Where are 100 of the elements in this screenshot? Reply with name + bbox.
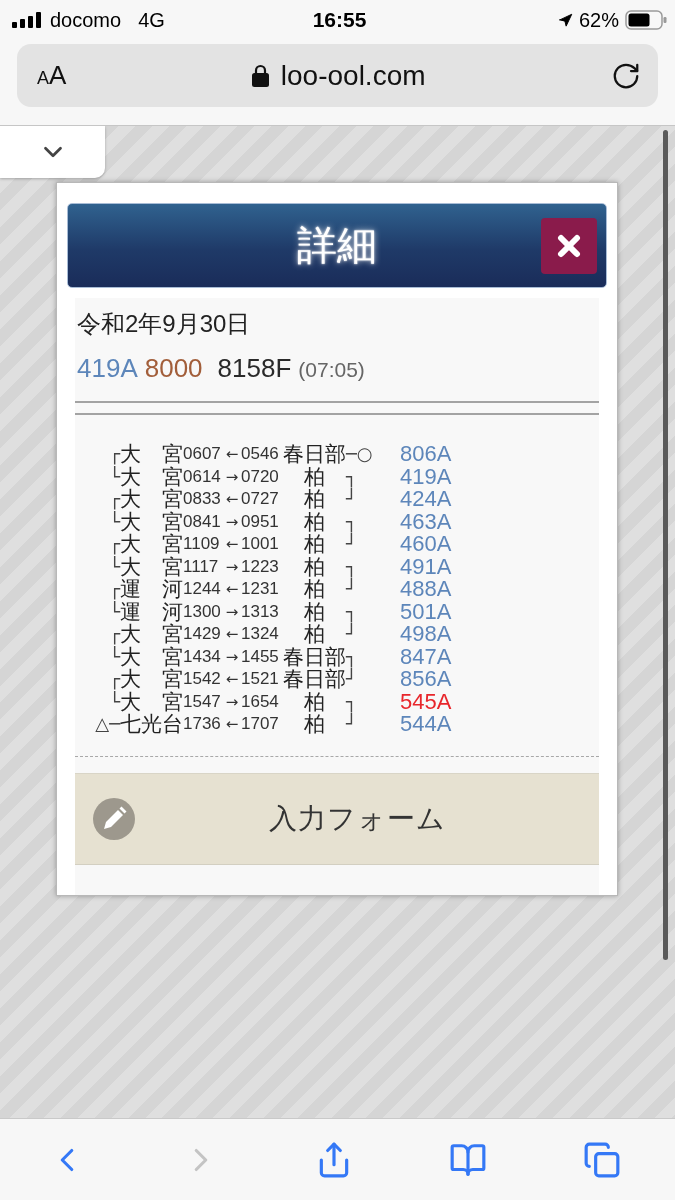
scrollbar[interactable] — [663, 130, 668, 960]
bracket-mark: └ — [109, 510, 120, 533]
direction-arrow: ← — [225, 714, 239, 736]
station-name: 柏 — [304, 690, 325, 713]
station-name: 大 宮 — [120, 623, 183, 645]
time-text: 1547 — [183, 690, 222, 713]
train-number: 491A — [400, 555, 453, 578]
train-number: 488A — [400, 578, 453, 601]
station-name: 春日部 — [283, 645, 346, 668]
formation-number: 8158F — [217, 352, 292, 384]
station-name: 柏 — [304, 488, 325, 511]
time-text: 1542 — [183, 668, 222, 691]
time-text: 0607 — [183, 444, 222, 466]
time-text: 1300 — [183, 600, 222, 621]
time-text: 1707 — [241, 713, 280, 736]
bracket-mark: ┐ — [346, 555, 357, 578]
text-size-button[interactable]: AA — [37, 60, 67, 91]
station-name: 柏 — [304, 555, 325, 578]
direction-arrow: → — [225, 601, 239, 623]
bracket-mark: ┐ — [346, 600, 357, 623]
input-form-button[interactable]: 入力フォーム — [75, 772, 599, 865]
bracket-mark: └ — [109, 465, 120, 488]
bracket-mark: ┘ — [346, 488, 357, 511]
bracket-mark: ┐ — [346, 645, 357, 668]
station-name: 柏 — [304, 510, 325, 533]
train-number: 501A — [400, 600, 453, 623]
train-number: 806A — [400, 443, 453, 466]
station-name: 柏 — [304, 600, 325, 623]
time-text: 1736 — [183, 713, 222, 736]
direction-arrow: → — [225, 511, 239, 533]
station-name: 柏 — [304, 533, 325, 556]
station-name: 春日部 — [283, 668, 346, 691]
train-number: 463A — [400, 510, 453, 533]
bracket-mark: ┌ — [109, 533, 120, 555]
time-text: 1231 — [241, 578, 280, 601]
modal-title: 詳細 — [297, 222, 377, 269]
train-number: 544A — [400, 713, 453, 736]
direction-arrow: → — [225, 466, 239, 488]
station-name: 運 河 — [120, 600, 183, 623]
bracket-mark: ┘ — [346, 533, 357, 556]
bracket-mark: ┌ — [109, 488, 120, 510]
network-type: 4G — [138, 8, 165, 32]
time-text: 0727 — [241, 488, 280, 511]
time-text: 1001 — [241, 533, 280, 556]
train-number: 847A — [400, 645, 453, 668]
station-name: 大 宮 — [120, 690, 183, 713]
bracket-mark: ┌ — [109, 443, 120, 465]
station-name: 柏 — [304, 578, 325, 601]
station-name: 大 宮 — [120, 465, 183, 488]
time-text: 0951 — [241, 510, 280, 533]
bracket-mark: ┐ — [346, 690, 357, 713]
bracket-mark: └ — [109, 645, 120, 668]
location-arrow-icon — [557, 12, 573, 28]
direction-arrow: ← — [225, 489, 239, 511]
time-text: 0614 — [183, 465, 222, 486]
time-text: 1117 — [183, 555, 220, 578]
time-text: 0546 — [241, 443, 280, 466]
time-text: 1109 — [183, 533, 221, 556]
battery-percent: 62% — [578, 8, 619, 32]
bracket-mark: ┐ — [346, 465, 357, 488]
bracket-mark: ┌ — [109, 623, 120, 645]
address-bar[interactable]: AA loo-ool.com — [17, 44, 658, 107]
url-text: loo-ool.com — [280, 59, 426, 92]
train-number: 419A — [400, 465, 453, 488]
train-number: 498A — [400, 623, 453, 646]
train-number: 856A — [400, 668, 453, 691]
station-name: 大 宮 — [120, 488, 183, 510]
time-text: 1654 — [241, 690, 280, 713]
direction-arrow: ← — [225, 579, 239, 601]
close-button[interactable] — [541, 217, 597, 274]
lock-icon — [251, 64, 269, 87]
signal-icon — [12, 12, 41, 28]
carrier-name: docomo — [50, 8, 122, 32]
bracket-mark: ┐ — [346, 510, 357, 533]
time-text: 1429 — [183, 623, 222, 646]
train-number: 460A — [400, 533, 453, 556]
time-text: 0841 — [183, 510, 222, 531]
station-name: 大 宮 — [120, 645, 183, 668]
time-text: 1324 — [241, 623, 280, 646]
station-name: 運 河 — [120, 578, 183, 600]
time-text: 1313 — [241, 600, 280, 623]
station-name: 大 宮 — [120, 668, 183, 690]
bracket-mark: ┌ — [109, 578, 120, 600]
direction-arrow: → — [225, 646, 239, 668]
series-number: 8000 — [144, 352, 203, 384]
time-text: 1521 — [241, 668, 280, 691]
station-name: 柏 — [304, 713, 325, 736]
bracket-mark: ┘ — [346, 623, 357, 646]
battery-icon — [625, 10, 667, 30]
bracket-mark: ┘ — [346, 578, 357, 601]
bracket-mark: ┌ — [109, 668, 120, 690]
bracket-mark: △─ — [95, 713, 120, 736]
overlapping-squares-icon — [583, 1140, 622, 1179]
station-name: 大 宮 — [120, 533, 183, 555]
station-name: 七光台 — [120, 713, 183, 736]
bracket-mark: └ — [109, 690, 120, 713]
station-name: 大 宮 — [120, 443, 183, 465]
bracket-mark: └ — [109, 555, 120, 578]
direction-arrow: ← — [225, 534, 239, 556]
time-text: 0720 — [241, 465, 280, 488]
